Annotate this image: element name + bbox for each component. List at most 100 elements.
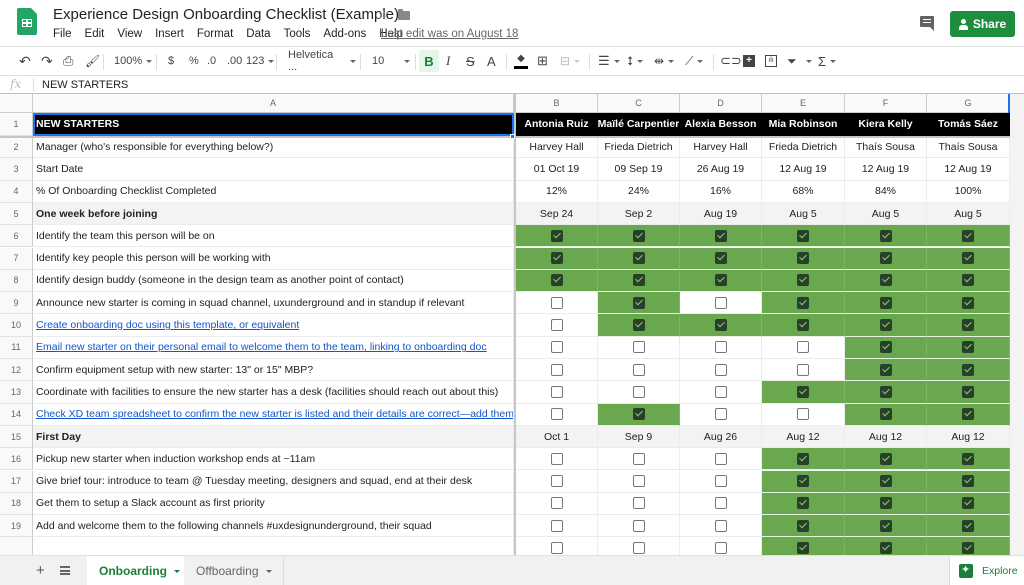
add-sheet-button[interactable]: + [36, 562, 45, 579]
checkbox-checked[interactable] [879, 497, 892, 510]
checkbox-checked[interactable] [797, 452, 809, 465]
checkbox-checked[interactable] [797, 519, 809, 532]
row-number[interactable]: 3 [0, 158, 33, 181]
checkbox-unchecked[interactable] [632, 542, 645, 555]
checkbox-cell[interactable] [762, 225, 845, 248]
zoom-select[interactable]: 100% [114, 47, 153, 75]
print-icon[interactable]: ⎙ [63, 47, 73, 75]
row-number[interactable]: 17 [0, 470, 33, 493]
row-number[interactable]: 19 [0, 515, 33, 538]
checkbox-checked[interactable] [879, 385, 892, 398]
undo-icon[interactable]: ↶ [19, 47, 31, 75]
checkbox-cell[interactable] [762, 336, 845, 359]
checkbox-checked[interactable] [879, 252, 892, 265]
value-cell[interactable]: 12 Aug 19 [927, 158, 1010, 181]
value-cell[interactable]: 24% [598, 180, 680, 203]
checkbox-cell[interactable] [845, 269, 927, 293]
checkbox-unchecked[interactable] [550, 497, 563, 510]
horizontal-align-icon[interactable]: ☰ [598, 47, 620, 75]
checkbox-unchecked[interactable] [632, 385, 645, 398]
merge-cells-icon[interactable]: ⊟ [560, 47, 581, 75]
checkbox-unchecked[interactable] [632, 497, 645, 510]
checkbox-cell[interactable] [680, 448, 762, 471]
bold-button[interactable]: B [419, 50, 439, 72]
task-link[interactable]: Email new starter on their personal emai… [33, 336, 514, 359]
checkbox-unchecked[interactable] [632, 475, 645, 488]
task-label[interactable]: Add and welcome them to the following ch… [33, 515, 514, 538]
checkbox-cell[interactable] [762, 381, 845, 404]
checkbox-cell[interactable] [845, 537, 927, 555]
menu-data[interactable]: Data [246, 28, 270, 40]
value-cell[interactable]: Aug 12 [845, 425, 927, 449]
checkbox-cell[interactable] [680, 247, 762, 270]
checkbox-unchecked[interactable] [550, 452, 563, 465]
frozen-column-divider[interactable] [514, 94, 516, 555]
checkbox-checked[interactable] [879, 229, 892, 242]
checkbox-checked[interactable] [879, 452, 892, 465]
checkbox-cell[interactable] [927, 292, 1010, 315]
value-cell[interactable]: Frieda Dietrich [598, 136, 680, 159]
person-name-cell[interactable]: Maïlé Carpentier [598, 113, 680, 136]
checkbox-unchecked[interactable] [632, 341, 645, 354]
value-cell[interactable]: Aug 26 [680, 425, 762, 449]
sheet-tab-offboarding[interactable]: Offboarding [184, 556, 284, 585]
italic-button[interactable]: I [446, 47, 450, 75]
checkbox-cell[interactable] [516, 403, 598, 426]
sheets-logo-icon[interactable] [17, 8, 37, 35]
selection-fill-handle[interactable] [510, 134, 515, 139]
explore-button[interactable]: Explore [949, 556, 1024, 585]
checkbox-cell[interactable] [927, 359, 1010, 382]
checkbox-cell[interactable] [680, 314, 762, 337]
value-cell[interactable]: 26 Aug 19 [680, 158, 762, 181]
task-label[interactable]: Identify design buddy (someone in the de… [33, 269, 514, 293]
number-format-select[interactable]: 123 [246, 47, 275, 75]
checkbox-unchecked[interactable] [550, 408, 563, 421]
checkbox-checked[interactable] [632, 319, 645, 332]
checkbox-cell[interactable] [927, 381, 1010, 404]
checkbox-cell[interactable] [680, 225, 762, 248]
checkbox-cell[interactable] [516, 537, 598, 555]
checkbox-cell[interactable] [927, 269, 1010, 293]
row-number[interactable]: 18 [0, 492, 33, 516]
value-cell[interactable]: Aug 5 [762, 202, 845, 226]
checkbox-checked[interactable] [550, 252, 563, 265]
row-number[interactable]: 7 [0, 247, 33, 270]
task-label[interactable]: Identify key people this person will be … [33, 247, 514, 270]
checkbox-cell[interactable] [927, 336, 1010, 359]
checkbox-checked[interactable] [797, 252, 809, 265]
checkbox-cell[interactable] [927, 537, 1010, 555]
checkbox-unchecked[interactable] [714, 385, 727, 398]
checkbox-unchecked[interactable] [714, 296, 727, 309]
task-label[interactable]: One week before joining [33, 202, 514, 226]
menu-addons[interactable]: Add-ons [323, 28, 366, 40]
checkbox-checked[interactable] [879, 475, 892, 488]
column-header-d[interactable]: D [680, 94, 762, 113]
checkbox-cell[interactable] [516, 292, 598, 315]
checkbox-cell[interactable] [516, 225, 598, 248]
checkbox-checked[interactable] [962, 542, 974, 555]
value-cell[interactable]: 01 Oct 19 [516, 158, 598, 181]
checkbox-cell[interactable] [598, 292, 680, 315]
checkbox-checked[interactable] [714, 229, 727, 242]
checkbox-cell[interactable] [598, 269, 680, 293]
font-size-select[interactable]: 10 [372, 47, 412, 75]
checkbox-checked[interactable] [714, 274, 727, 287]
checkbox-cell[interactable] [680, 470, 762, 493]
row-number[interactable]: 13 [0, 381, 33, 404]
task-label[interactable]: First Day [33, 425, 514, 449]
value-cell[interactable]: Sep 2 [598, 202, 680, 226]
checkbox-checked[interactable] [632, 274, 645, 287]
checkbox-cell[interactable] [680, 537, 762, 555]
checkbox-cell[interactable] [516, 515, 598, 538]
checkbox-cell[interactable] [845, 448, 927, 471]
checkbox-cell[interactable] [927, 225, 1010, 248]
checkbox-cell[interactable] [845, 359, 927, 382]
menu-insert[interactable]: Insert [155, 28, 184, 40]
value-cell[interactable]: 68% [762, 180, 845, 203]
column-header-b[interactable]: B [516, 94, 598, 113]
checkbox-checked[interactable] [879, 542, 892, 555]
checkbox-unchecked[interactable] [714, 475, 727, 488]
value-cell[interactable]: Harvey Hall [680, 136, 762, 159]
fill-color-icon[interactable]: ◆ [514, 47, 528, 75]
increase-decimal-button[interactable]: .00 [227, 47, 242, 75]
